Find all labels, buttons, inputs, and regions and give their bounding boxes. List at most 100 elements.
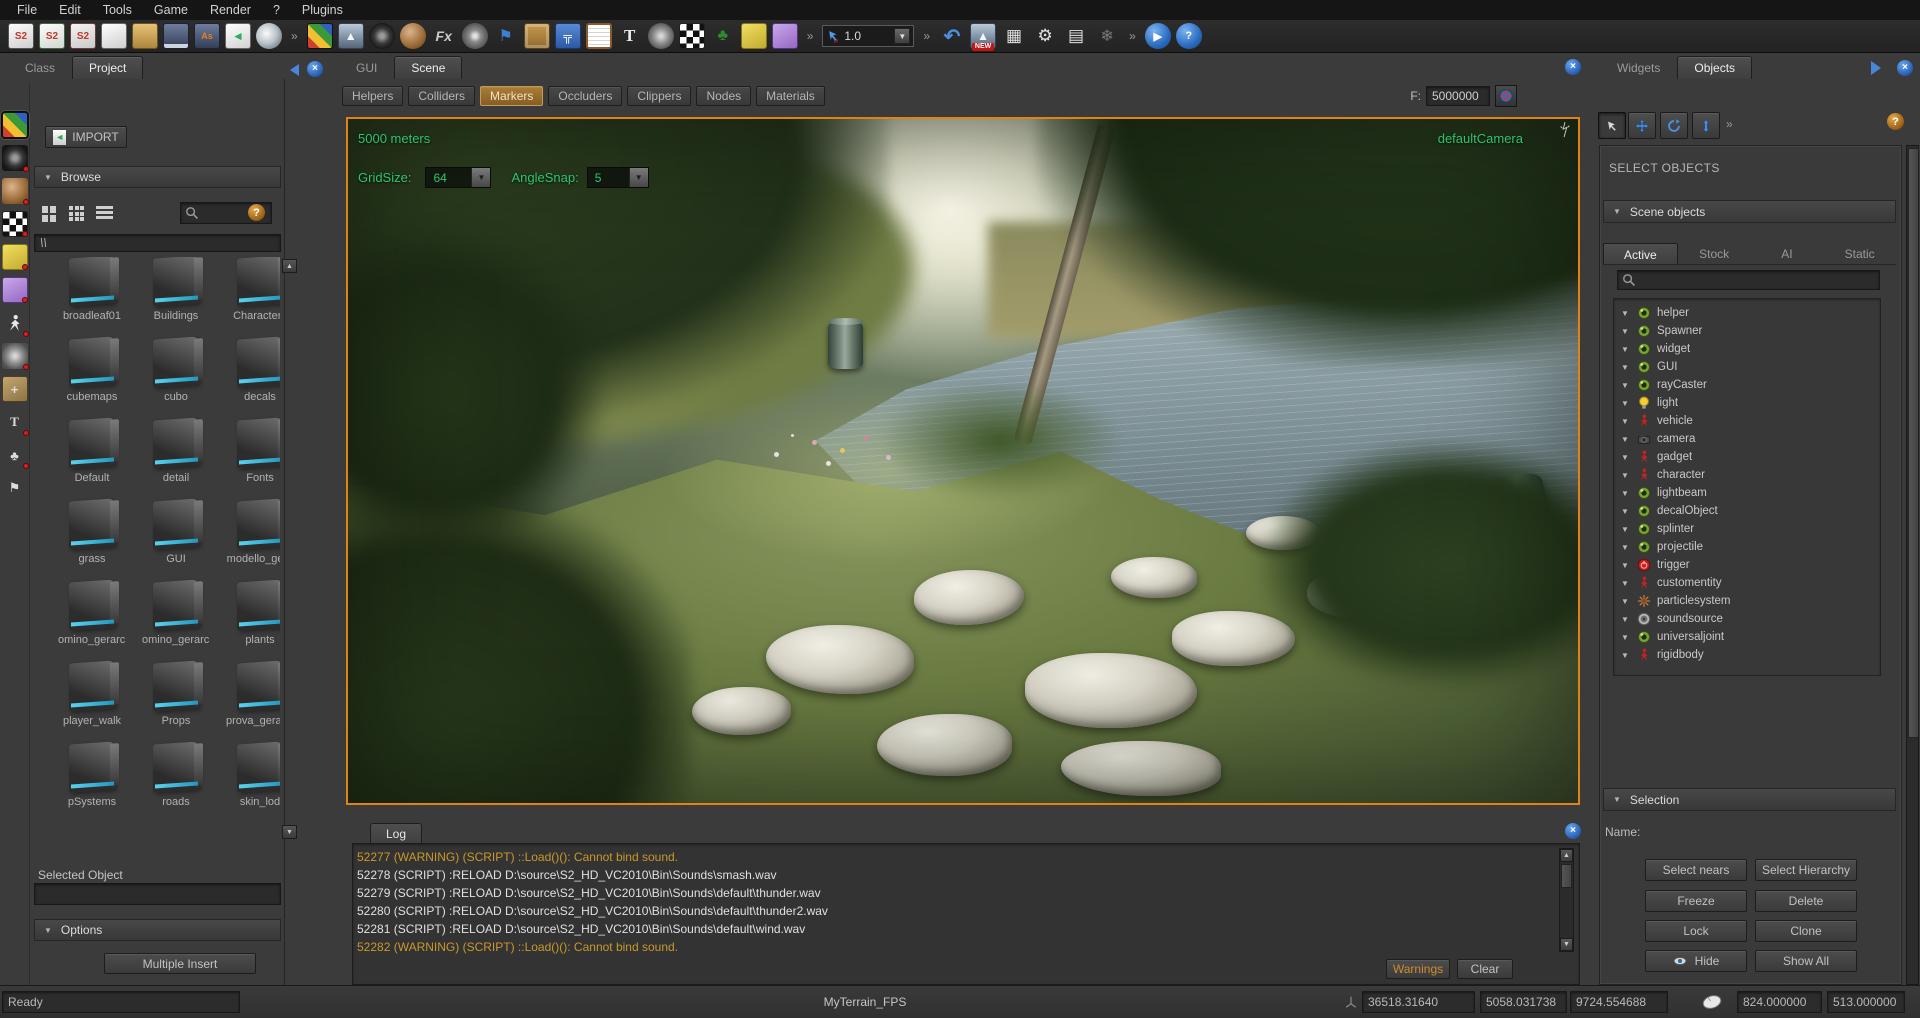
note-purple-icon[interactable] — [772, 23, 798, 49]
wheel-icon[interactable] — [2, 145, 28, 171]
folder-decals[interactable]: decals — [226, 338, 280, 406]
object-row-rigidbody[interactable]: ▼rigidbody — [1614, 646, 1880, 664]
button-clone[interactable]: Clone — [1755, 920, 1857, 942]
expander-icon[interactable]: ▼ — [1621, 615, 1631, 624]
expander-icon[interactable]: ▼ — [1621, 453, 1631, 462]
multiple-insert-button[interactable]: Multiple Insert — [104, 953, 256, 974]
folder-props[interactable]: Props — [142, 662, 210, 730]
folder-gui[interactable]: GUI — [142, 500, 210, 568]
expander-icon[interactable]: ▼ — [1621, 489, 1631, 498]
folder-roads[interactable]: roads — [142, 743, 210, 811]
expand-right-panel-icon[interactable] — [1871, 61, 1881, 75]
mode-button-markers[interactable]: Markers — [480, 86, 543, 106]
scale-tool-button[interactable] — [1692, 112, 1720, 139]
pin-right-panel-icon[interactable]: × — [1897, 60, 1913, 76]
expander-icon[interactable]: ▼ — [1621, 597, 1631, 606]
expander-icon[interactable]: ▼ — [1621, 525, 1631, 534]
speaker-icon[interactable] — [2, 343, 28, 369]
object-row-decalobject[interactable]: ▼decalObject — [1614, 502, 1880, 520]
rubik-cube-icon[interactable] — [2, 112, 28, 138]
expander-icon[interactable]: ▼ — [1621, 543, 1631, 552]
tab-objects[interactable]: Objects — [1677, 56, 1752, 79]
hierarchy-icon[interactable]: ╦ — [555, 23, 581, 49]
new-file-icon[interactable] — [101, 23, 127, 49]
expander-icon[interactable]: ▼ — [1621, 381, 1631, 390]
scene-objects-header[interactable]: ▼ Scene objects — [1603, 200, 1896, 223]
folder-plants[interactable]: plants — [226, 581, 280, 649]
folder-cubemaps[interactable]: cubemaps — [58, 338, 126, 406]
mode-button-nodes[interactable]: Nodes — [696, 86, 751, 106]
right-panel-scrollbar[interactable] — [1906, 145, 1919, 985]
object-row-gadget[interactable]: ▼gadget — [1614, 448, 1880, 466]
menu-item-plugins[interactable]: Plugins — [291, 0, 354, 20]
menu-item-game[interactable]: Game — [143, 0, 199, 20]
anglesnap-select[interactable]: 5 ▼ — [587, 167, 649, 188]
object-row-trigger[interactable]: ▼trigger — [1614, 556, 1880, 574]
options-section-header[interactable]: ▼ Options — [34, 919, 281, 941]
s2-save-project-icon[interactable]: S2 — [70, 23, 96, 49]
save-as-icon[interactable]: As — [194, 23, 220, 49]
folder-broadleaf01[interactable]: broadleaf01 — [58, 257, 126, 325]
objects-help-button[interactable]: ? — [1887, 113, 1904, 130]
prefab-add-icon[interactable]: + — [2, 376, 28, 402]
list-tab-static[interactable]: Static — [1823, 243, 1896, 264]
folder-prova-gerarch[interactable]: prova_gerarch — [226, 662, 280, 730]
clipboard-icon[interactable] — [524, 23, 550, 49]
terrain-icon[interactable]: ▲ — [338, 23, 364, 49]
path-bar[interactable]: \\ — [34, 234, 281, 252]
folder-skin-lod[interactable]: skin_lod — [226, 743, 280, 811]
scroll-thumb[interactable] — [1561, 864, 1572, 888]
bonsai-icon[interactable]: ♣ — [2, 442, 28, 468]
scroll-thumb[interactable] — [1908, 148, 1919, 738]
viewport[interactable]: 5000 meters defaultCamera GridSize: 64 ▼… — [346, 117, 1580, 805]
more-tools-icon[interactable]: » — [1726, 117, 1733, 131]
button-show-all[interactable]: Show All — [1755, 950, 1857, 972]
expander-icon[interactable]: ▼ — [1621, 507, 1631, 516]
button-select-hierarchy[interactable]: Select Hierarchy — [1755, 859, 1857, 881]
note-purple-icon[interactable] — [2, 277, 28, 303]
object-row-gui[interactable]: ▼GUI — [1614, 358, 1880, 376]
objects-search-box[interactable] — [1617, 270, 1880, 290]
object-row-universaljoint[interactable]: ▼universaljoint — [1614, 628, 1880, 646]
object-row-widget[interactable]: ▼widget — [1614, 340, 1880, 358]
zoom-dropdown-arrow-icon[interactable]: ▼ — [894, 28, 910, 44]
folder-fonts[interactable]: Fonts — [226, 419, 280, 487]
play-icon[interactable]: ▶ — [1145, 23, 1171, 49]
log-scrollbar[interactable]: ▲ ▼ — [1559, 848, 1574, 952]
folder-characters[interactable]: Characters — [226, 257, 280, 325]
clear-log-button[interactable]: Clear — [1457, 959, 1513, 979]
grid-icon[interactable]: ▦ — [1001, 23, 1027, 49]
small-icons-view-button[interactable] — [66, 203, 87, 224]
selected-object-field[interactable] — [34, 883, 281, 905]
tab-class[interactable]: Class — [8, 56, 72, 79]
object-row-helper[interactable]: ▼helper — [1614, 304, 1880, 322]
dropdown-arrow-icon[interactable]: ▼ — [629, 168, 648, 187]
folder-modello-gera[interactable]: modello_gera — [226, 500, 280, 568]
menu-item-tools[interactable]: Tools — [92, 0, 143, 20]
button-lock[interactable]: Lock — [1645, 920, 1747, 942]
expander-icon[interactable]: ▼ — [1621, 399, 1631, 408]
object-row-splinter[interactable]: ▼splinter — [1614, 520, 1880, 538]
import-file-icon[interactable]: ◄ — [225, 23, 251, 49]
expander-icon[interactable]: ▼ — [1621, 363, 1631, 372]
log-tab[interactable]: Log — [370, 823, 422, 844]
help-icon[interactable]: ? — [1176, 23, 1202, 49]
rubik-cube-icon[interactable] — [307, 23, 333, 49]
undo-icon[interactable]: ↶ — [939, 23, 965, 49]
planet-icon[interactable] — [400, 23, 426, 49]
mode-button-helpers[interactable]: Helpers — [342, 86, 403, 106]
text-tool-icon[interactable]: T — [2, 409, 28, 435]
object-row-spawner[interactable]: ▼Spawner — [1614, 322, 1880, 340]
notepad-icon[interactable] — [586, 23, 612, 49]
collapse-left-panel-icon[interactable] — [290, 64, 299, 76]
planet-icon[interactable] — [2, 178, 28, 204]
expander-icon[interactable]: ▼ — [1621, 471, 1631, 480]
expander-icon[interactable]: ▼ — [1621, 579, 1631, 588]
film-reel-icon[interactable] — [462, 23, 488, 49]
list-view-button[interactable] — [94, 203, 115, 224]
button-select-nears[interactable]: Select nears — [1645, 859, 1747, 881]
tab-widgets[interactable]: Widgets — [1600, 56, 1677, 79]
s2-new-project-icon[interactable]: S2 — [8, 23, 34, 49]
object-row-soundsource[interactable]: ▼soundsource — [1614, 610, 1880, 628]
list-tab-ai[interactable]: AI — [1751, 243, 1824, 264]
